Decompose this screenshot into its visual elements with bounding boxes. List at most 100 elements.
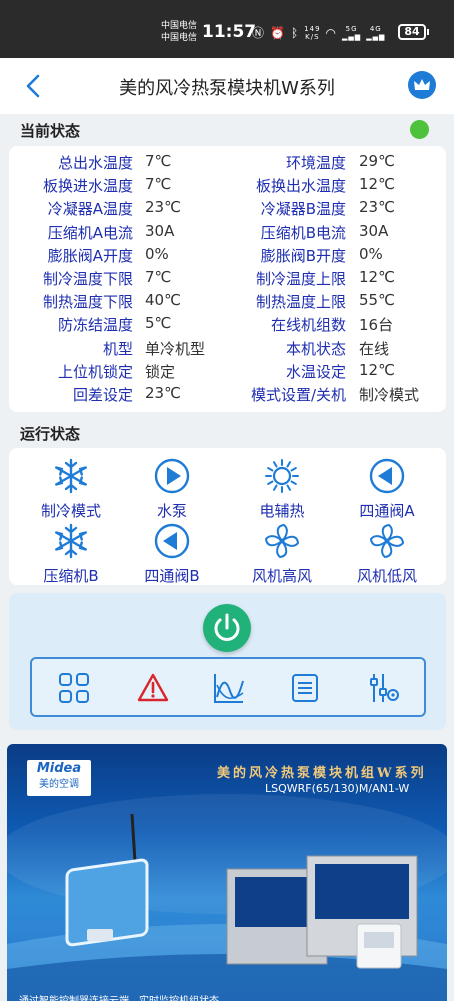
play-circle-left-icon [154, 523, 190, 559]
status-value: 29℃ [359, 152, 395, 170]
status-value: 30A [359, 221, 389, 240]
status-label: 在线机组数 [270, 316, 346, 335]
alarm-icon[interactable] [136, 671, 170, 705]
status-label: 板换出水温度 [255, 177, 346, 196]
play-circle-left-icon [369, 458, 405, 494]
status-label: 环境温度 [285, 154, 346, 172]
status-label: 膨胀阀A开度 [47, 246, 133, 265]
page-title: 美的风冷热泵模块机W系列 [119, 78, 335, 99]
run-status-label: 制冷模式 [40, 502, 101, 520]
current-status-title: 当前状态 [20, 122, 81, 140]
status-value: 55℃ [359, 291, 395, 310]
run-status-card: 制冷模式 水泵 电辅热 四通阀A 压缩机B 四通阀B 风机高风 风机低风 [9, 448, 446, 585]
status-value: 单冷机型 [145, 339, 206, 358]
run-status-label: 四通阀B [144, 567, 200, 585]
online-indicator [410, 120, 429, 139]
status-bar: 中国电信 中国电信 11:57 Ⓝ ⏰ ᛒ 149 K/S ◠ 5G ▂▄▆ 4G ▂… [0, 0, 454, 58]
status-label: 板换进水温度 [42, 177, 133, 196]
net-speed: 149 K/S [304, 24, 321, 41]
snowflake-icon [55, 458, 87, 494]
signal-text: 5G ▂▄▆ [342, 24, 362, 41]
run-status-label: 压缩机B [43, 567, 99, 585]
list-icon[interactable] [288, 671, 322, 705]
status-value: 在线 [359, 339, 390, 358]
run-status-item: 制冷模式 [21, 458, 121, 520]
run-status-item: 四通阀A [337, 458, 437, 520]
settings-icon[interactable] [366, 671, 400, 705]
carrier-1: 中国电信 [161, 21, 198, 31]
logo-cn: 美的空调 [39, 779, 79, 790]
status-value: 30A [145, 221, 175, 240]
run-status-item: 压缩机B [21, 523, 121, 585]
run-status-label: 水泵 [156, 502, 187, 520]
status-value: 12℃ [359, 360, 395, 379]
run-status-label: 四通阀A [359, 502, 415, 520]
run-status-label: 风机高风 [251, 567, 312, 585]
power-icon [214, 613, 240, 641]
nav-bar: 美的风冷热泵模块机W系列 [0, 58, 454, 114]
wifi-icon: ◠ [325, 25, 338, 40]
signal-4g: 4G ▂▄▆ [366, 24, 386, 41]
status-value: 23℃ [145, 384, 181, 402]
status-value: 40℃ [145, 291, 181, 310]
status-value: 0% [145, 244, 169, 263]
snowflake-icon [55, 523, 87, 559]
status-card: 总出水温度 7℃ 环境温度 29℃ 板换进水温度 7℃ 板换出水温度 12℃ 冷凝器A温度 23℃… [9, 146, 446, 412]
status-label: 压缩机A电流 [47, 223, 133, 242]
status-label: 冷凝器B温度 [260, 200, 346, 219]
sun-icon [265, 459, 299, 493]
status-value: 5℃ [145, 314, 172, 333]
status-label: 水温设定 [285, 362, 346, 381]
status-value: 23℃ [145, 198, 181, 217]
status-value: 12℃ [359, 175, 395, 194]
banner-model: LSQWRF(65/130)M/AN1-W [265, 782, 410, 795]
bluetooth-icon: ᛒ [290, 25, 300, 40]
power-button[interactable] [203, 604, 251, 652]
status-value: 7℃ [145, 152, 172, 170]
run-status-item: 四通阀B [122, 523, 222, 585]
status-label: 机型 [102, 339, 133, 358]
run-status-title: 运行状态 [20, 425, 81, 443]
status-value: 16台 [359, 316, 394, 335]
vip-button[interactable] [408, 71, 436, 99]
logo-en: Midea [36, 761, 82, 776]
status-value: 制冷模式 [359, 386, 420, 404]
grid-icon[interactable] [57, 671, 91, 705]
fan-icon [369, 523, 405, 559]
status-label: 制冷温度下限 [42, 270, 133, 288]
status-label: 本机状态 [285, 339, 346, 358]
status-label: 上位机锁定 [57, 362, 133, 381]
midea-logo: Midea 美的空调 [27, 760, 91, 796]
status-label: 制热温度上限 [255, 293, 346, 312]
carrier-2: 中国电信 [161, 33, 198, 43]
status-value: 12℃ [359, 268, 395, 286]
status-value: 23℃ [359, 198, 395, 217]
nfc-icon: Ⓝ [252, 26, 266, 40]
status-label: 冷凝器A温度 [47, 200, 133, 219]
banner-title: 美的风冷热泵模块机组W系列 [217, 766, 427, 781]
battery-indicator: 84 [398, 24, 429, 40]
banner-caption: 通过智能控制器连接云端，实时监控机组状态 [19, 992, 219, 1001]
curve-icon[interactable] [212, 671, 246, 705]
run-status-item: 水泵 [122, 458, 222, 520]
product-banner: Midea 美的空调 美的风冷热泵模块机组W系列 LSQWRF(65/130)M… [7, 744, 447, 1001]
status-label: 回差设定 [72, 386, 133, 404]
status-value: 锁定 [145, 362, 176, 381]
status-label: 制冷温度上限 [255, 270, 346, 288]
alarm-clock-icon: ⏰ [270, 25, 286, 40]
run-status-item: 风机高风 [232, 523, 332, 585]
clock: 11:57 [202, 22, 257, 42]
status-label: 总出水温度 [57, 154, 133, 172]
status-label: 制热温度下限 [42, 293, 133, 312]
run-status-item: 风机低风 [337, 523, 437, 585]
status-label: 膨胀阀B开度 [260, 246, 346, 265]
status-label: 防冻结温度 [57, 316, 133, 335]
run-status-label: 风机低风 [356, 567, 417, 585]
run-status-label: 电辅热 [259, 502, 305, 520]
crown-icon [414, 79, 430, 90]
status-value: 7℃ [145, 175, 172, 194]
status-label: 模式设置/关机 [250, 386, 346, 404]
run-status-item: 电辅热 [232, 458, 332, 520]
play-circle-icon [154, 458, 190, 494]
status-icons: Ⓝ ⏰ ᛒ 149 K/S ◠ 5G ▂▄▆ 4G ▂▄▆ [252, 24, 385, 41]
